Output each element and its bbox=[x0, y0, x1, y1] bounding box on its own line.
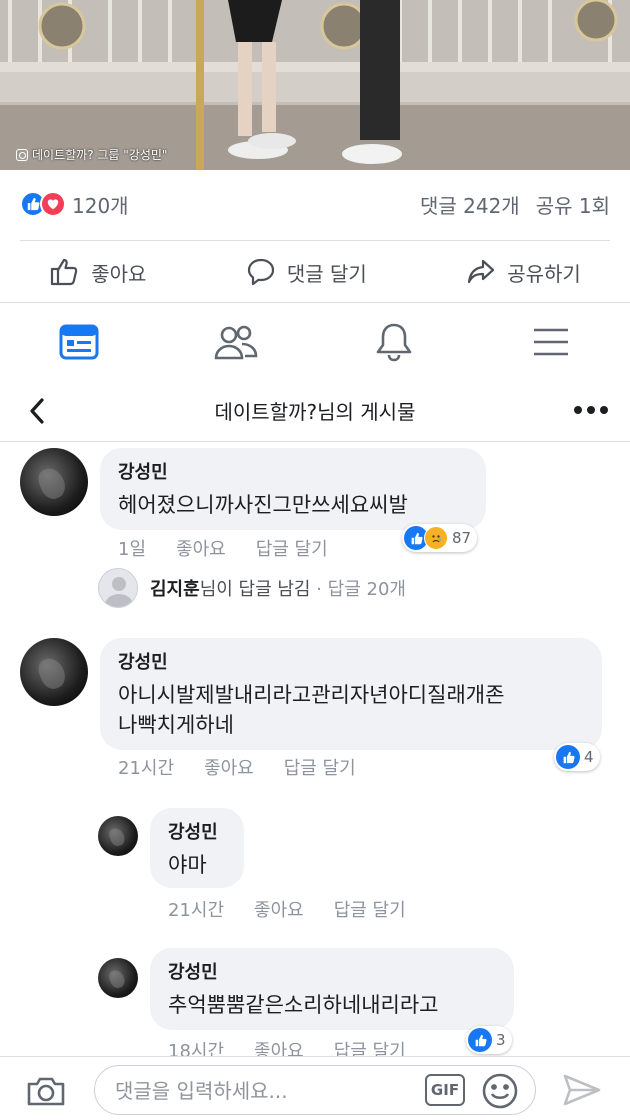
like-button-label: 좋아요 bbox=[91, 261, 147, 286]
reply-meta: 21시간 좋아요 답글 달기 bbox=[168, 896, 406, 922]
page-title: 데이트할까?님의 게시물 bbox=[214, 400, 416, 424]
reply-reply-link[interactable]: 답글 달기 bbox=[334, 896, 406, 922]
reply-summary-text: 님이 답글 남김 bbox=[199, 579, 311, 600]
comment-like-link[interactable]: 좋아요 bbox=[176, 535, 226, 561]
comment-bubble: 강성민 아니시발제발내리라고관리자년아디질래개존 나빡치게하네 bbox=[100, 638, 602, 750]
camera-button[interactable] bbox=[26, 1075, 66, 1111]
reply-author: 김지훈 bbox=[150, 579, 200, 600]
comment-meta: 1일 좋아요 답글 달기 bbox=[118, 535, 328, 561]
reaction-count: 4 bbox=[584, 748, 594, 766]
comment-input[interactable] bbox=[115, 1076, 415, 1106]
reaction-count: 3 bbox=[496, 1031, 506, 1049]
bell-icon bbox=[376, 323, 412, 361]
comment-reactions[interactable]: 87 bbox=[402, 524, 478, 552]
comment-reactions[interactable]: 4 bbox=[554, 743, 600, 771]
send-button[interactable] bbox=[562, 1073, 602, 1111]
comment-text: 헤어졌으니까사진그만쓰세요씨발 bbox=[118, 493, 408, 517]
post-photo[interactable]: 데이트할까? 그룹 "강성민" bbox=[0, 0, 630, 170]
share-count[interactable]: 공유 1회 bbox=[536, 190, 610, 219]
comment-reply-link[interactable]: 답글 달기 bbox=[284, 754, 356, 780]
comment-input-wrapper: GIF bbox=[94, 1065, 536, 1115]
divider bbox=[20, 240, 610, 241]
tab-bar bbox=[0, 302, 630, 380]
comment-meta: 21시간 좋아요 답글 달기 bbox=[118, 754, 356, 780]
gif-button[interactable]: GIF bbox=[425, 1074, 465, 1106]
reply-like-link[interactable]: 좋아요 bbox=[254, 896, 304, 922]
emoji-icon bbox=[482, 1073, 518, 1109]
hamburger-menu-icon bbox=[534, 328, 569, 355]
reply-author[interactable]: 강성민 bbox=[168, 818, 226, 844]
tab-menu[interactable] bbox=[521, 312, 581, 372]
comment-author[interactable]: 강성민 bbox=[118, 458, 468, 484]
camera-icon bbox=[27, 1077, 65, 1106]
avatar[interactable] bbox=[20, 448, 88, 516]
more-options-button[interactable] bbox=[574, 406, 608, 414]
avatar[interactable] bbox=[98, 816, 138, 856]
reply-author[interactable]: 강성민 bbox=[168, 958, 496, 984]
share-icon bbox=[468, 259, 495, 284]
avatar[interactable] bbox=[98, 958, 138, 998]
comment-reply-link[interactable]: 답글 달기 bbox=[256, 535, 328, 561]
comment-button-label: 댓글 달기 bbox=[286, 261, 367, 286]
reply-bubble: 강성민 추억뿜뿜같은소리하네내리라고 bbox=[150, 948, 514, 1030]
photo-illustration bbox=[0, 0, 630, 170]
avatar[interactable] bbox=[20, 638, 88, 706]
comment-time[interactable]: 21시간 bbox=[118, 754, 174, 780]
sad-reaction-icon bbox=[424, 526, 448, 550]
reply-text: 추억뿜뿜같은소리하네내리라고 bbox=[168, 993, 439, 1017]
comment-count[interactable]: 댓글 242개 bbox=[420, 190, 520, 219]
post-actions: 좋아요 댓글 달기 공유하기 bbox=[0, 244, 630, 300]
comment-composer: GIF bbox=[0, 1056, 630, 1120]
tab-notifications[interactable] bbox=[364, 312, 424, 372]
share-button-label: 공유하기 bbox=[507, 261, 581, 286]
like-reaction-icon bbox=[468, 1028, 492, 1052]
post-header: 데이트할까?님의 게시물 bbox=[0, 380, 630, 442]
reply-time[interactable]: 21시간 bbox=[168, 896, 224, 922]
comment-author[interactable]: 강성민 bbox=[118, 648, 584, 674]
reaction-count: 87 bbox=[452, 529, 472, 547]
share-button[interactable]: 공유하기 bbox=[465, 256, 581, 288]
comment-text-line: 아니시발제발내리라고관리자년아디질래개존 bbox=[118, 683, 505, 707]
reply-text: 야마 bbox=[168, 853, 207, 877]
comment-button[interactable]: 댓글 달기 bbox=[245, 256, 367, 288]
like-reaction-icon bbox=[556, 745, 580, 769]
reaction-summary: 120개 댓글 242개 공유 1회 bbox=[20, 186, 610, 222]
default-avatar-icon bbox=[98, 568, 138, 608]
comment-icon bbox=[247, 258, 274, 286]
send-icon bbox=[563, 1074, 601, 1106]
friends-icon bbox=[214, 325, 258, 359]
photo-watermark: 데이트할까? 그룹 "강성민" bbox=[16, 146, 167, 163]
comment-text-line: 나빡치게하네 bbox=[118, 713, 234, 737]
watermark-text: 데이트할까? 그룹 "강성민" bbox=[32, 148, 168, 162]
reply-count: · 답글 20개 bbox=[316, 579, 406, 600]
emoji-button[interactable] bbox=[481, 1072, 519, 1114]
instagram-icon bbox=[16, 148, 28, 161]
reply-bubble: 강성민 야마 bbox=[150, 808, 244, 888]
love-reaction-icon[interactable] bbox=[40, 191, 66, 217]
comment-bubble: 강성민 헤어졌으니까사진그만쓰세요씨발 bbox=[100, 448, 486, 530]
like-button[interactable]: 좋아요 bbox=[49, 256, 146, 288]
comment-time[interactable]: 1일 bbox=[118, 535, 146, 561]
reaction-count[interactable]: 120개 bbox=[72, 190, 129, 219]
comment-like-link[interactable]: 좋아요 bbox=[204, 754, 254, 780]
news-feed-icon bbox=[59, 324, 99, 359]
reply-reactions[interactable]: 3 bbox=[466, 1026, 512, 1054]
back-button[interactable] bbox=[26, 396, 48, 430]
thumbs-up-icon bbox=[51, 258, 78, 286]
tab-news-feed[interactable] bbox=[49, 312, 109, 372]
view-replies-link[interactable]: 김지훈님이 답글 남김 · 답글 20개 bbox=[98, 568, 406, 608]
chevron-left-icon bbox=[30, 398, 44, 424]
tab-friends[interactable] bbox=[206, 312, 266, 372]
